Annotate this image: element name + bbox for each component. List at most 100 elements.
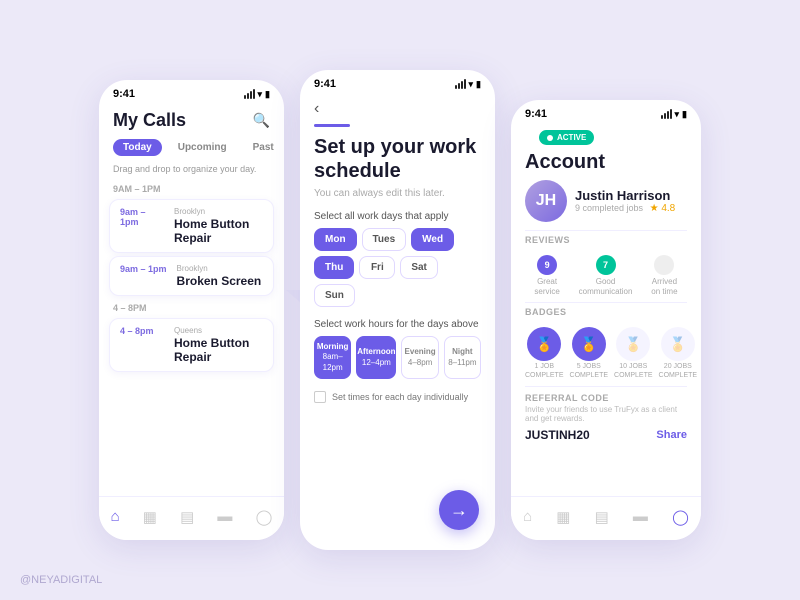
checkbox-box[interactable]	[314, 391, 326, 403]
reviews-label: REVIEWS	[511, 231, 701, 249]
call-card-1[interactable]: 9am – 1pm Brooklyn Home Button Repair	[109, 199, 274, 253]
status-time-1: 9:41	[113, 88, 135, 100]
active-dot	[547, 135, 553, 141]
badge-label-2: 5 JOBSCOMPLETE	[570, 363, 609, 380]
day-sat[interactable]: Sat	[400, 256, 438, 279]
badges-row: 🏅 1 JOBCOMPLETE 🏅 5 JOBSCOMPLETE 🏅 10 JO…	[511, 321, 701, 386]
wifi-icon-2: ▾	[469, 79, 474, 90]
signal-icon	[244, 89, 255, 99]
back-button[interactable]: ‹	[300, 94, 495, 124]
review-label-comms: Goodcommunication	[579, 277, 633, 296]
call-location-1: Brooklyn	[174, 207, 263, 216]
wifi-icon-3: ▾	[675, 109, 680, 120]
day-wed[interactable]: Wed	[411, 228, 454, 251]
review-ontime: Arrivedon time	[651, 255, 677, 296]
phone-account: 9:41 ▾ ▮ ACTIVE Account JH Justin Harris…	[511, 100, 701, 540]
badge-label-1: 1 JOBCOMPLETE	[525, 363, 564, 380]
nav-chat-icon[interactable]: ▤	[180, 508, 194, 526]
nav-home-icon-3[interactable]: ⌂	[523, 508, 532, 525]
call-time-2: 9am – 1pm	[120, 264, 167, 274]
day-buttons-group: Mon Tues Wed Thu Fri Sat Sun	[300, 228, 495, 313]
badge-circle-3: 🏅	[616, 327, 650, 361]
hour-morning[interactable]: Morning8am–12pm	[314, 336, 351, 379]
signal-icon-3	[661, 109, 672, 119]
tab-today[interactable]: Today	[113, 139, 162, 156]
status-icons-1: ▾ ▮	[244, 89, 270, 100]
call-location-2: Brooklyn	[177, 264, 262, 273]
battery-icon-3: ▮	[682, 109, 687, 120]
hour-buttons-group: Morning8am–12pm Afternoon12–4pm Evening4…	[300, 336, 495, 387]
call-card-2[interactable]: 9am – 1pm Brooklyn Broken Screen	[109, 256, 274, 296]
nav-chat-icon-3[interactable]: ▤	[595, 508, 609, 526]
day-sun[interactable]: Sun	[314, 284, 355, 307]
time-block-1: 9AM – 1PM	[99, 180, 284, 196]
battery-icon-2: ▮	[476, 79, 481, 90]
schedule-subtext: You can always edit this later.	[300, 183, 495, 207]
calls-tabs: Today Upcoming Past	[99, 135, 284, 160]
badge-circle-1: 🏅	[527, 327, 561, 361]
call-row-1: 9am – 1pm Brooklyn Home Button Repair	[120, 207, 263, 245]
schedule-heading: Set up your work schedule	[300, 135, 495, 183]
checkbox-individual[interactable]: Set times for each day individually	[300, 387, 495, 407]
profile-name: Justin Harrison	[575, 188, 687, 203]
day-thu[interactable]: Thu	[314, 256, 354, 279]
purple-accent-bar	[314, 124, 350, 127]
wifi-icon: ▾	[258, 89, 263, 100]
nav-card-icon[interactable]: ▬	[217, 508, 232, 525]
call-title-3: Home Button Repair	[174, 336, 263, 364]
checkbox-label: Set times for each day individually	[332, 392, 468, 402]
nav-profile-icon[interactable]: ◯	[256, 508, 273, 526]
share-button[interactable]: Share	[656, 429, 687, 441]
active-label: ACTIVE	[557, 133, 586, 142]
call-title-1: Home Button Repair	[174, 217, 263, 245]
call-info-1: Brooklyn Home Button Repair	[174, 207, 263, 245]
avatar: JH	[525, 180, 567, 222]
select-days-label: Select all work days that apply	[300, 207, 495, 228]
referral-code-row: JUSTINH20 Share	[525, 428, 687, 442]
watermark: @NEYADIGITAL	[20, 574, 102, 586]
profile-row: JH Justin Harrison 9 completed jobs ★ 4.…	[511, 180, 701, 230]
next-fab-button[interactable]: →	[439, 490, 479, 530]
account-title: Account	[511, 149, 701, 180]
badge-5jobs: 🏅 5 JOBSCOMPLETE	[570, 327, 609, 380]
call-time-1: 9am – 1pm	[120, 207, 164, 227]
call-card-3[interactable]: 4 – 8pm Queens Home Button Repair	[109, 318, 274, 372]
hour-afternoon[interactable]: Afternoon12–4pm	[356, 336, 396, 379]
badge-20jobs: 🏅 20 JOBSCOMPLETE	[659, 327, 698, 380]
day-tues[interactable]: Tues	[362, 228, 407, 251]
day-mon[interactable]: Mon	[314, 228, 357, 251]
nav-calendar-icon[interactable]: ▦	[143, 508, 157, 526]
nav-home-icon[interactable]: ⌂	[111, 508, 120, 525]
tab-past[interactable]: Past	[243, 139, 284, 156]
hour-night[interactable]: Night8–11pm	[444, 336, 481, 379]
search-icon[interactable]: 🔍	[253, 112, 270, 129]
call-row-3: 4 – 8pm Queens Home Button Repair	[120, 326, 263, 364]
status-time-3: 9:41	[525, 108, 547, 120]
review-count-great: 9	[537, 255, 557, 275]
profile-jobs: 9 completed jobs ★ 4.8	[575, 203, 687, 214]
badge-circle-2: 🏅	[572, 327, 606, 361]
review-label-great: Greatservice	[534, 277, 559, 296]
badge-circle-4: 🏅	[661, 327, 695, 361]
badge-10jobs: 🏅 10 JOBSCOMPLETE	[614, 327, 653, 380]
referral-code: JUSTINH20	[525, 428, 590, 442]
status-icons-3: ▾ ▮	[661, 109, 687, 120]
bottom-nav-3: ⌂ ▦ ▤ ▬ ◯	[511, 496, 701, 540]
battery-icon: ▮	[265, 89, 270, 100]
review-comms: 7 Goodcommunication	[579, 255, 633, 296]
call-info-2: Brooklyn Broken Screen	[177, 264, 262, 288]
day-fri[interactable]: Fri	[359, 256, 395, 279]
hour-evening[interactable]: Evening4–8pm	[401, 336, 438, 379]
badges-label: BADGES	[511, 303, 701, 321]
nav-profile-icon-3[interactable]: ◯	[672, 508, 689, 526]
review-label-ontime: Arrivedon time	[651, 277, 677, 296]
nav-calendar-icon-3[interactable]: ▦	[556, 508, 570, 526]
nav-card-icon-3[interactable]: ▬	[633, 508, 648, 525]
review-count-comms: 7	[596, 255, 616, 275]
bottom-nav-1: ⌂ ▦ ▤ ▬ ◯	[99, 496, 284, 540]
tab-upcoming[interactable]: Upcoming	[168, 139, 237, 156]
active-badge: ACTIVE	[539, 130, 594, 145]
drag-hint: Drag and drop to organize your day.	[99, 160, 284, 180]
star-rating: ★ 4.8	[650, 203, 676, 214]
profile-info: Justin Harrison 9 completed jobs ★ 4.8	[575, 188, 687, 214]
